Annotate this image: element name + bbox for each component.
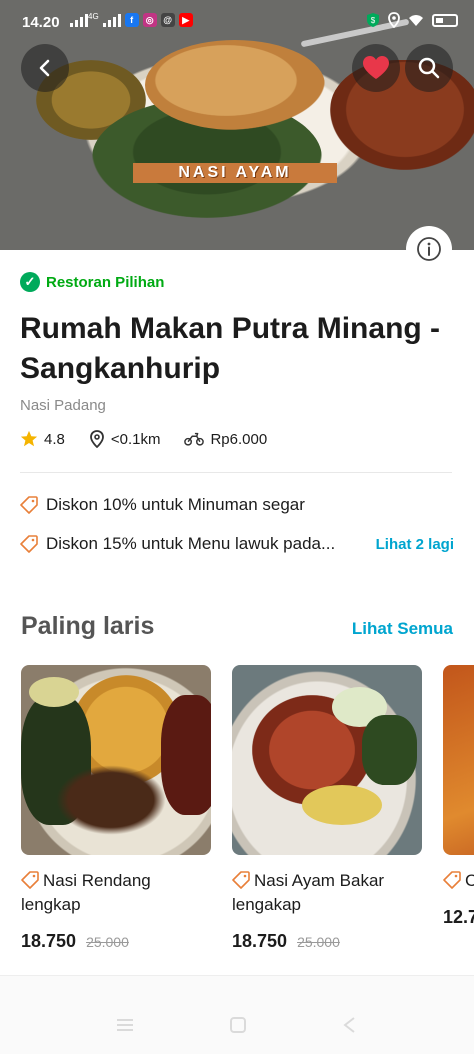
battery-icon: [432, 13, 458, 27]
hero-caption: NASI AYAM: [133, 163, 337, 183]
restaurant-meta: 4.8 <0.1km Rp6.000: [20, 430, 291, 448]
menu-item-photo: [232, 665, 422, 855]
location-icon: [388, 12, 400, 28]
status-bar: 14.20 4G f ◎ @ ▶ $: [0, 0, 474, 40]
facebook-icon: f: [124, 13, 139, 27]
menu-item-price: 18.750 25.000: [232, 931, 422, 952]
menu-item-photo: [21, 665, 211, 855]
distance-value: <0.1km: [110, 430, 161, 448]
back-button[interactable]: [21, 44, 69, 92]
discounted-price: 18.750: [232, 931, 288, 951]
heart-icon: [363, 56, 389, 79]
distance: <0.1km: [89, 430, 161, 448]
signal-icon-2: [102, 13, 121, 27]
discount-tag-icon: [20, 496, 38, 514]
menu-item-name-text: C pors: [465, 871, 474, 890]
menu-card[interactable]: C pors 12.7: [443, 665, 474, 928]
motorbike-icon: [184, 432, 205, 446]
star-icon: [20, 430, 38, 447]
menu-item-photo: [443, 665, 474, 855]
menu-item-name-text: Nasi Ayam Bakar lengakap: [232, 871, 385, 914]
see-all-link[interactable]: Lihat Semua: [352, 619, 453, 639]
rating: 4.8: [20, 430, 65, 448]
promo-text: Diskon 10% untuk Minuman segar: [46, 495, 305, 514]
network-type: 4G: [88, 11, 99, 21]
back-nav-icon[interactable]: [340, 1017, 360, 1033]
menu-nav-icon[interactable]: [115, 1017, 135, 1033]
restaurant-name: Rumah Makan Putra Minang - Sangkanhurip: [20, 312, 441, 385]
status-left-icons: 4G f ◎ @ ▶: [70, 11, 193, 27]
delivery-fee: Rp6.000: [184, 431, 267, 448]
location-pin-icon: [89, 430, 104, 448]
recommended-badge: ✓ Restoran Pilihan: [20, 272, 164, 292]
search-button[interactable]: [405, 44, 453, 92]
signal-icon: [70, 13, 88, 27]
rating-value: 4.8: [44, 430, 65, 448]
home-nav-icon[interactable]: [228, 1017, 248, 1033]
menu-item-price: 18.750 25.000: [21, 931, 211, 952]
info-button[interactable]: [406, 226, 452, 272]
favorite-button[interactable]: [352, 44, 400, 92]
discount-tag-icon: [20, 535, 38, 553]
discount-tag-icon: [443, 871, 461, 889]
delivery-fee-value: Rp6.000: [210, 430, 268, 448]
discounted-price: 18.750: [21, 931, 77, 951]
status-time: 14.20: [22, 14, 60, 31]
discount-tag-icon: [21, 871, 39, 889]
restaurant-cuisine: Nasi Padang: [20, 397, 106, 414]
hero-rice: [145, 40, 325, 130]
check-badge-icon: ✓: [20, 272, 40, 292]
promo-item[interactable]: Diskon 15% untuk Menu lawuk pada...: [20, 534, 335, 554]
recommended-badge-label: Restoran Pilihan: [46, 273, 165, 291]
menu-item-name: Nasi Ayam Bakar lengakap: [232, 869, 422, 917]
search-icon: [418, 57, 440, 79]
status-right-icons: $: [366, 12, 458, 28]
original-price: 25.000: [297, 934, 340, 950]
discounted-price: 12.7: [443, 907, 474, 927]
info-icon: [417, 237, 441, 261]
divider: [20, 472, 452, 473]
instagram-icon: ◎: [142, 13, 157, 27]
bottom-navigation-bar: [0, 975, 474, 1054]
menu-card[interactable]: Nasi Rendang lengkap 18.750 25.000: [21, 665, 211, 952]
menu-item-price: 12.7: [443, 907, 474, 928]
promo-item[interactable]: Diskon 10% untuk Minuman segar: [20, 495, 305, 515]
menu-item-name: C pors: [443, 869, 474, 893]
svg-text:$: $: [371, 16, 376, 25]
menu-item-name: Nasi Rendang lengkap: [21, 869, 211, 917]
threads-icon: @: [160, 13, 175, 27]
menu-card[interactable]: Nasi Ayam Bakar lengakap 18.750 25.000: [232, 665, 422, 952]
original-price: 25.000: [86, 934, 129, 950]
menu-item-name-text: Nasi Rendang lengkap: [21, 871, 151, 914]
shield-dollar-icon: $: [367, 13, 379, 27]
promo-text: Diskon 15% untuk Menu lawuk pada...: [46, 534, 336, 553]
chevron-left-icon: [39, 59, 50, 77]
wifi-icon: [409, 15, 423, 26]
section-title: Paling laris: [21, 612, 155, 640]
see-more-promos-link[interactable]: Lihat 2 lagi: [376, 536, 454, 553]
hero-meat: [330, 60, 474, 170]
youtube-icon: ▶: [178, 13, 193, 27]
discount-tag-icon: [232, 871, 250, 889]
